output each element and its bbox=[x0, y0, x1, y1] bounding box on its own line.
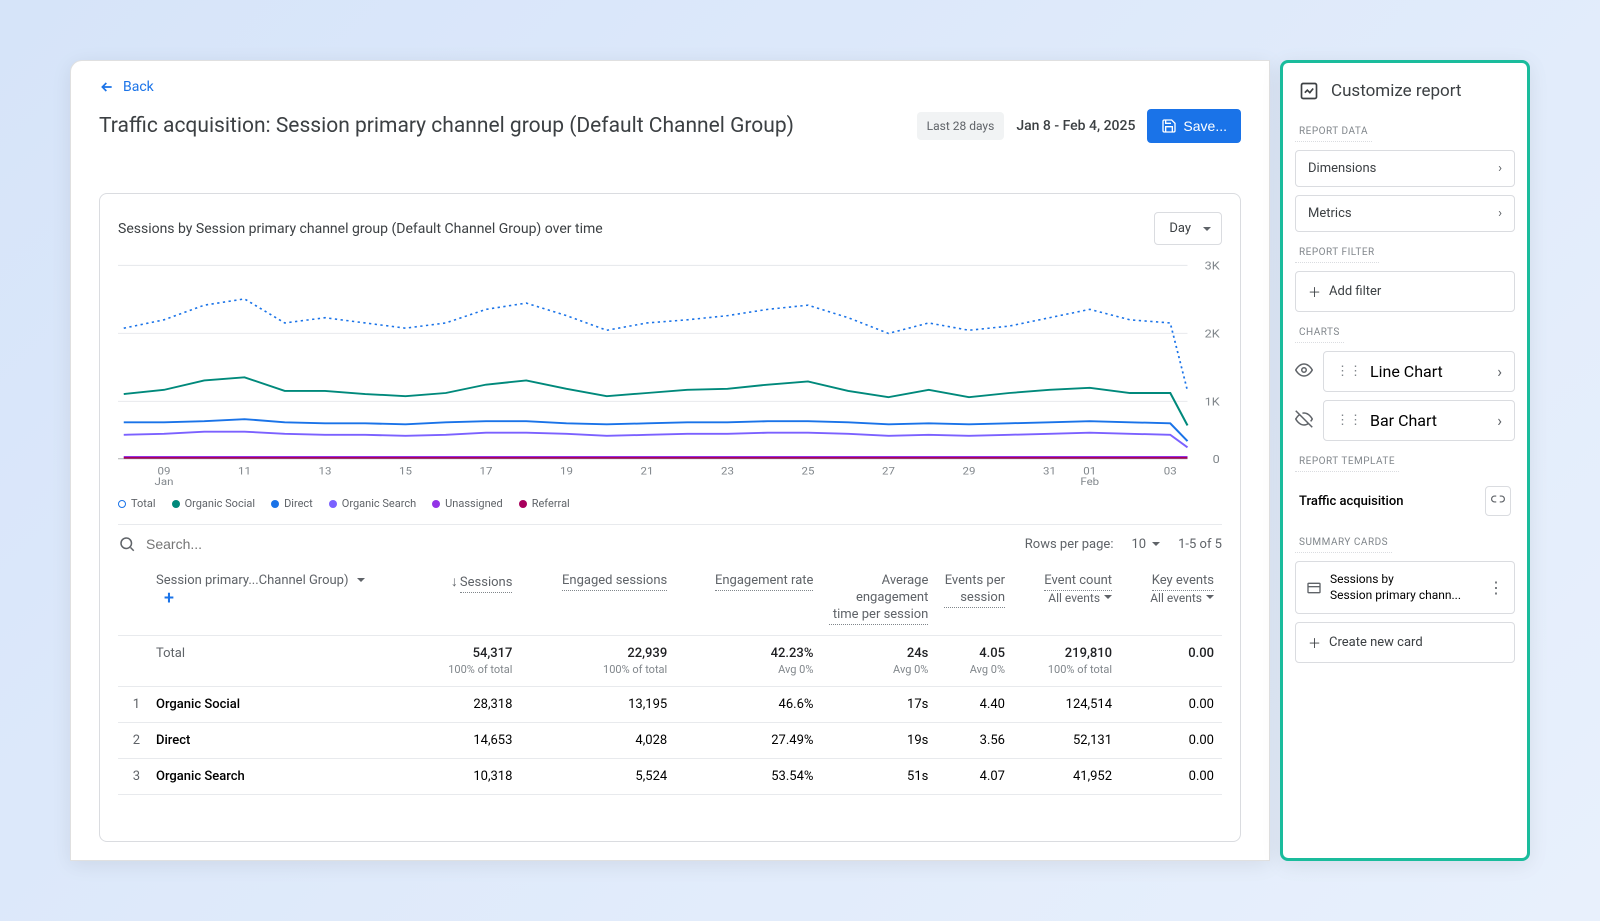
svg-text:19: 19 bbox=[560, 465, 573, 477]
table-row[interactable]: 1 Organic Social 28,318 13,195 46.6% 17s… bbox=[118, 686, 1222, 722]
chevron-right-icon: › bbox=[1498, 206, 1502, 221]
unlink-icon[interactable] bbox=[1485, 486, 1511, 516]
section-report-data: REPORT DATA bbox=[1295, 120, 1372, 142]
svg-text:2K: 2K bbox=[1205, 327, 1220, 340]
line-chart: 3K 2K 1K 0 09 bbox=[118, 255, 1222, 485]
svg-text:27: 27 bbox=[882, 465, 895, 477]
page-title: Traffic acquisition: Session primary cha… bbox=[99, 114, 794, 138]
customize-icon bbox=[1299, 81, 1319, 101]
legend-organic-search[interactable]: Organic Search bbox=[329, 497, 416, 510]
section-report-filter: REPORT FILTER bbox=[1295, 241, 1379, 263]
line-chart-item[interactable]: ⋮⋮Line Chart › bbox=[1295, 351, 1515, 392]
page-range: 1-5 of 5 bbox=[1178, 537, 1222, 552]
section-charts: CHARTS bbox=[1295, 321, 1344, 343]
add-filter-button[interactable]: ＋Add filter bbox=[1295, 271, 1515, 312]
template-row: Traffic acquisition bbox=[1295, 480, 1515, 522]
dimensions-button[interactable]: Dimensions › bbox=[1295, 150, 1515, 187]
table-row[interactable]: 3 Organic Search 10,318 5,524 53.54% 51s… bbox=[118, 758, 1222, 794]
col-event-count[interactable]: Event countAll events bbox=[1013, 563, 1120, 635]
col-avg-engagement-time[interactable]: Average engagement time per session bbox=[821, 563, 936, 635]
plus-icon: ＋ bbox=[1308, 282, 1321, 301]
svg-text:Feb: Feb bbox=[1080, 475, 1099, 485]
search-icon bbox=[118, 535, 136, 553]
svg-text:29: 29 bbox=[963, 465, 976, 477]
save-icon bbox=[1161, 118, 1177, 134]
svg-text:15: 15 bbox=[399, 465, 412, 477]
legend-referral[interactable]: Referral bbox=[519, 497, 570, 510]
dimension-header[interactable]: Session primary...Channel Group) bbox=[156, 573, 410, 588]
drag-handle-icon[interactable]: ⋮⋮ bbox=[1336, 364, 1362, 379]
col-events-per-session[interactable]: Events per session bbox=[936, 563, 1013, 635]
granularity-select[interactable]: Day bbox=[1154, 212, 1222, 245]
svg-text:3K: 3K bbox=[1205, 259, 1220, 272]
svg-text:Jan: Jan bbox=[155, 475, 174, 485]
main-panel: Back Traffic acquisition: Session primar… bbox=[70, 60, 1270, 861]
metrics-button[interactable]: Metrics › bbox=[1295, 195, 1515, 232]
svg-text:25: 25 bbox=[802, 465, 815, 477]
summary-card[interactable]: Sessions by Session primary chann... ⋮ bbox=[1295, 561, 1515, 614]
eye-icon[interactable] bbox=[1295, 361, 1315, 383]
svg-text:23: 23 bbox=[721, 465, 734, 477]
svg-text:11: 11 bbox=[238, 465, 251, 477]
legend-total[interactable]: Total bbox=[118, 497, 156, 510]
section-template: REPORT TEMPLATE bbox=[1295, 450, 1399, 472]
svg-text:17: 17 bbox=[480, 465, 493, 477]
chevron-right-icon: › bbox=[1498, 161, 1502, 176]
total-row: Total 54,317100% of total 22,939100% of … bbox=[118, 635, 1222, 686]
eye-off-icon[interactable] bbox=[1295, 410, 1315, 432]
plus-icon: ＋ bbox=[1308, 633, 1321, 652]
search-input[interactable] bbox=[146, 536, 346, 552]
title-row: Traffic acquisition: Session primary cha… bbox=[99, 109, 1241, 143]
event-count-filter[interactable]: All events bbox=[1021, 591, 1112, 605]
svg-text:1K: 1K bbox=[1205, 395, 1220, 408]
customize-title: Customize report bbox=[1295, 77, 1515, 111]
key-events-filter[interactable]: All events bbox=[1128, 591, 1214, 605]
save-button[interactable]: Save... bbox=[1147, 109, 1241, 143]
chevron-right-icon: › bbox=[1497, 411, 1502, 430]
add-dimension-button[interactable]: + bbox=[164, 588, 174, 609]
chevron-right-icon: › bbox=[1497, 362, 1502, 381]
col-key-events[interactable]: Key eventsAll events bbox=[1120, 563, 1222, 635]
table-row[interactable]: 2 Direct 14,653 4,028 27.49% 19s 3.56 52… bbox=[118, 722, 1222, 758]
svg-text:13: 13 bbox=[319, 465, 332, 477]
date-range[interactable]: Jan 8 - Feb 4, 2025 bbox=[1016, 118, 1135, 134]
kebab-icon[interactable]: ⋮ bbox=[1488, 578, 1504, 597]
legend-unassigned[interactable]: Unassigned bbox=[432, 497, 503, 510]
chart-title: Sessions by Session primary channel grou… bbox=[118, 221, 603, 237]
col-sessions[interactable]: ↓Sessions bbox=[418, 563, 520, 635]
svg-text:0: 0 bbox=[1213, 453, 1220, 466]
card-header: Sessions by Session primary channel grou… bbox=[118, 212, 1222, 245]
period-badge: Last 28 days bbox=[917, 112, 1005, 140]
back-label: Back bbox=[123, 79, 154, 95]
title-right: Last 28 days Jan 8 - Feb 4, 2025 Save... bbox=[917, 109, 1241, 143]
data-table: Session primary...Channel Group) + ↓Sess… bbox=[118, 563, 1222, 795]
granularity-value: Day bbox=[1169, 221, 1191, 236]
pager: Rows per page: 10 1-5 of 5 bbox=[1025, 537, 1222, 552]
create-card-button[interactable]: ＋Create new card bbox=[1295, 622, 1515, 663]
arrow-left-icon bbox=[99, 79, 115, 95]
back-button[interactable]: Back bbox=[99, 79, 1241, 95]
section-summary: SUMMARY CARDS bbox=[1295, 531, 1392, 553]
col-engagement-rate[interactable]: Engagement rate bbox=[675, 563, 821, 635]
card-icon bbox=[1306, 580, 1322, 596]
report-card: Sessions by Session primary channel grou… bbox=[99, 193, 1241, 842]
legend-organic-social[interactable]: Organic Social bbox=[172, 497, 256, 510]
bar-chart-item[interactable]: ⋮⋮Bar Chart › bbox=[1295, 400, 1515, 441]
customize-panel: Customize report REPORT DATA Dimensions … bbox=[1280, 60, 1530, 861]
col-engaged-sessions[interactable]: Engaged sessions bbox=[520, 563, 675, 635]
svg-text:21: 21 bbox=[641, 465, 654, 477]
rows-per-page-label: Rows per page: bbox=[1025, 537, 1114, 552]
search-box[interactable] bbox=[118, 535, 346, 553]
table-toolbar: Rows per page: 10 1-5 of 5 bbox=[118, 525, 1222, 563]
svg-text:31: 31 bbox=[1043, 465, 1056, 477]
rows-per-page-select[interactable]: 10 bbox=[1131, 537, 1160, 552]
chart-legend: Total Organic Social Direct Organic Sear… bbox=[118, 493, 1222, 525]
save-label: Save... bbox=[1183, 118, 1227, 134]
legend-direct[interactable]: Direct bbox=[271, 497, 313, 510]
drag-handle-icon[interactable]: ⋮⋮ bbox=[1336, 413, 1362, 428]
svg-text:03: 03 bbox=[1164, 465, 1177, 477]
